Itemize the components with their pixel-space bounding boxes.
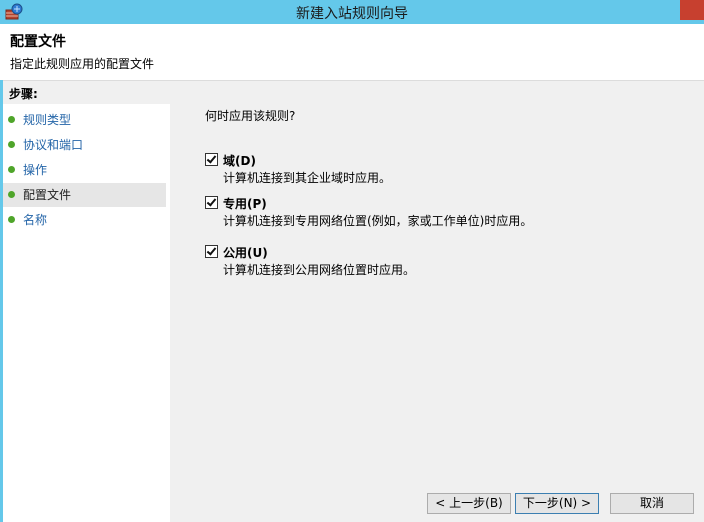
domain-checkbox[interactable] (205, 153, 218, 166)
step-bullet-icon (8, 141, 15, 148)
private-checkbox[interactable] (205, 196, 218, 209)
domain-description: 计算机连接到其企业域时应用。 (223, 171, 392, 185)
step-label: 操作 (23, 163, 48, 177)
step-label: 配置文件 (23, 188, 72, 202)
window-title: 新建入站规则向导 (296, 6, 408, 22)
step-bullet-icon (8, 116, 15, 123)
step-bullet-icon (8, 216, 15, 223)
next-button[interactable]: 下一步(N) > (515, 493, 599, 514)
private-label[interactable]: 专用(P) (223, 195, 267, 212)
steps-heading: 步骤: (3, 84, 172, 104)
step-action[interactable]: 操作 (3, 158, 166, 182)
step-protocol-port[interactable]: 协议和端口 (3, 133, 166, 157)
close-button[interactable] (680, 0, 704, 20)
step-label: 名称 (23, 213, 48, 227)
page-header: 配置文件 指定此规则应用的配置文件 (0, 24, 704, 81)
step-bullet-icon (8, 191, 15, 198)
steps-panel: 步骤: 规则类型 协议和端口 操作 配置文件 名称 (3, 84, 172, 522)
step-rule-type[interactable]: 规则类型 (3, 108, 166, 132)
step-bullet-icon (8, 166, 15, 173)
step-label: 协议和端口 (23, 138, 84, 152)
question-text: 何时应用该规则? (205, 109, 296, 123)
domain-label[interactable]: 域(D) (223, 152, 256, 169)
step-profile[interactable]: 配置文件 (3, 183, 166, 207)
step-name[interactable]: 名称 (3, 208, 166, 232)
step-label: 规则类型 (23, 113, 72, 127)
page-title: 配置文件 (10, 34, 66, 50)
content-pane: 何时应用该规则? 域(D) 计算机连接到其企业域时应用。 专用(P) 计算机连接… (170, 84, 704, 522)
public-description: 计算机连接到公用网络位置时应用。 (223, 263, 416, 277)
page-subtitle: 指定此规则应用的配置文件 (10, 57, 155, 71)
private-description: 计算机连接到专用网络位置(例如，家或工作单位)时应用。 (223, 214, 533, 228)
title-bar: 新建入站规则向导 (0, 0, 704, 24)
public-label[interactable]: 公用(U) (223, 244, 268, 261)
public-checkbox[interactable] (205, 245, 218, 258)
cancel-button[interactable]: 取消 (610, 493, 694, 514)
back-button[interactable]: < 上一步(B) (427, 493, 511, 514)
